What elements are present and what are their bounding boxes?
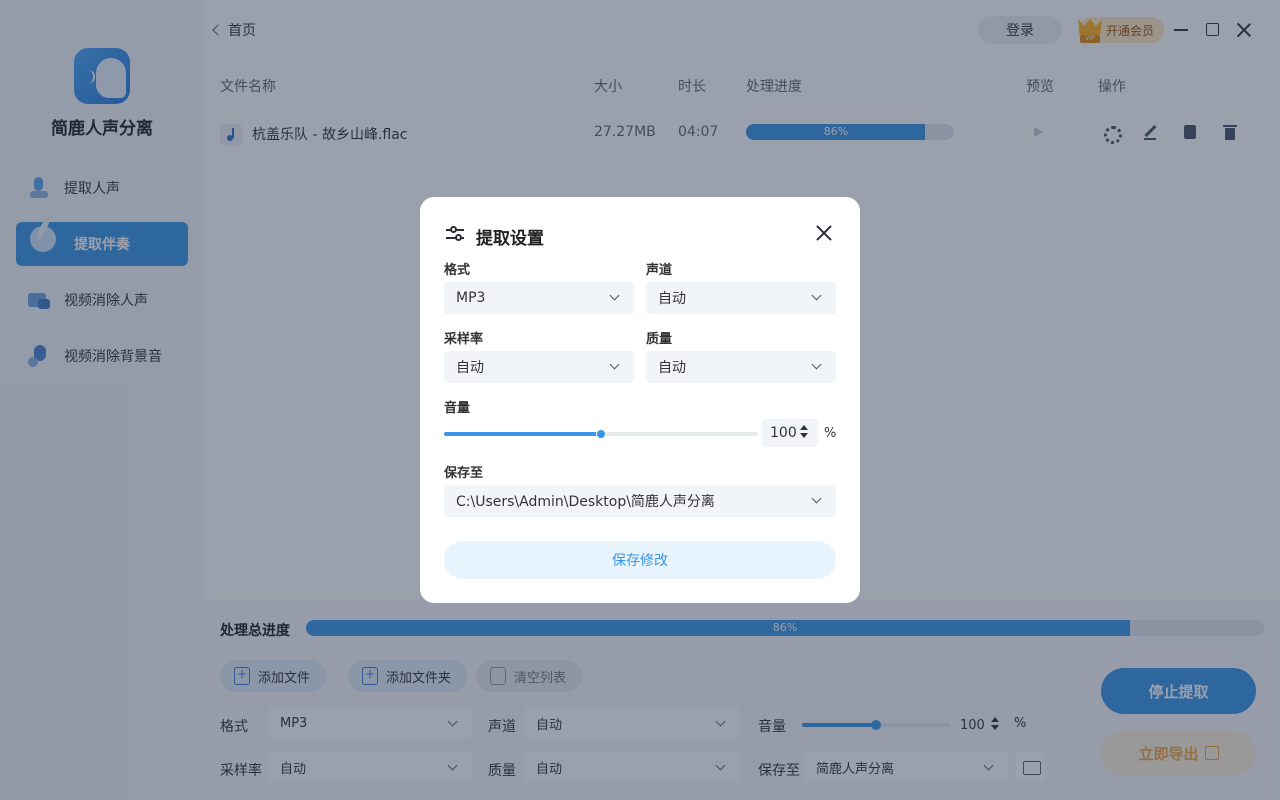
samplerate-select[interactable]: 自动 — [444, 351, 634, 383]
channel-value: 自动 — [658, 291, 686, 307]
channel-label: 声道 — [646, 263, 673, 278]
chevron-down-icon — [609, 359, 620, 370]
extract-settings-dialog: 提取设置 格式 MP3 声道 自动 采样率 自动 质量 自动 音量 100 % … — [420, 197, 860, 603]
volume-value: 100 — [770, 425, 797, 441]
chevron-down-icon — [811, 359, 822, 370]
volume-label: 音量 — [444, 401, 471, 416]
volume-slider[interactable] — [444, 429, 758, 439]
stepper-icon[interactable] — [800, 425, 808, 439]
format-value: MP3 — [456, 290, 486, 306]
chevron-down-icon — [811, 493, 822, 504]
volume-slider-knob[interactable] — [596, 429, 606, 439]
quality-value: 自动 — [658, 360, 686, 376]
save-changes-button[interactable]: 保存修改 — [444, 541, 836, 579]
close-icon[interactable] — [816, 225, 832, 241]
quality-select[interactable]: 自动 — [646, 351, 836, 383]
samplerate-label: 采样率 — [444, 332, 484, 347]
settings-sliders-icon — [446, 225, 464, 241]
samplerate-value: 自动 — [456, 360, 484, 376]
volume-slider-fill — [444, 432, 601, 436]
format-label: 格式 — [444, 263, 471, 278]
save-to-label: 保存至 — [444, 466, 484, 481]
dialog-title: 提取设置 — [476, 229, 544, 249]
chevron-down-icon — [609, 290, 620, 301]
channel-select[interactable]: 自动 — [646, 282, 836, 314]
quality-label: 质量 — [646, 332, 673, 347]
chevron-down-icon — [811, 290, 822, 301]
save-to-select[interactable]: C:\Users\Admin\Desktop\简鹿人声分离 — [444, 485, 836, 517]
save-to-value: C:\Users\Admin\Desktop\简鹿人声分离 — [456, 494, 715, 510]
volume-stepper[interactable]: 100 — [762, 419, 818, 447]
format-select[interactable]: MP3 — [444, 282, 634, 314]
volume-unit: % — [824, 426, 837, 441]
